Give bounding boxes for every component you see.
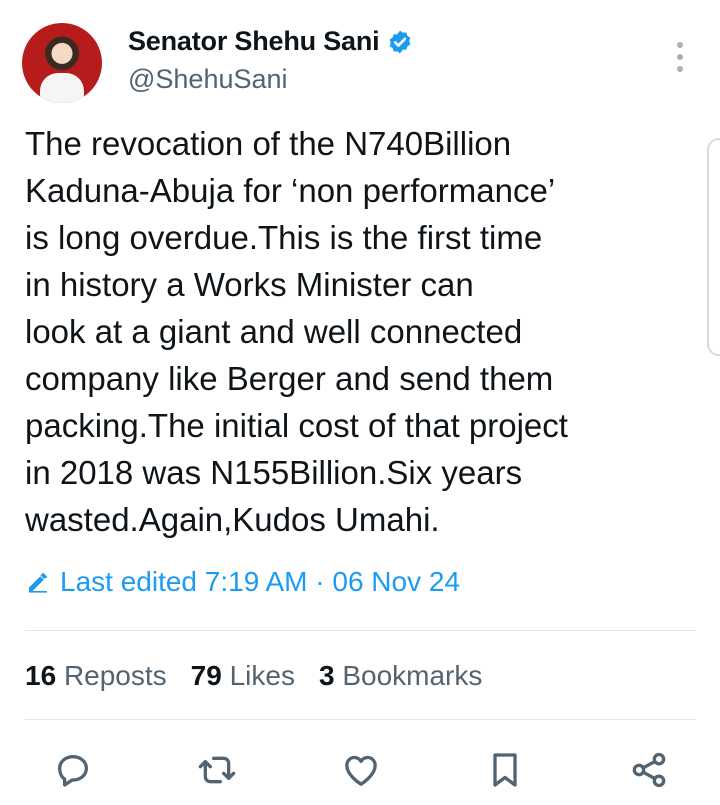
repost-icon: [198, 756, 236, 784]
bookmark-button[interactable]: [483, 748, 527, 792]
likes-label: Likes: [229, 660, 295, 691]
share-button[interactable]: [627, 748, 671, 792]
share-icon: [632, 752, 666, 788]
engagement-stats: 16 Reposts 79 Likes 3 Bookmarks: [25, 660, 482, 692]
pencil-icon: [29, 573, 47, 593]
author-name[interactable]: Senator Shehu Sani: [128, 26, 380, 57]
edge-panel-handle[interactable]: [707, 138, 720, 356]
like-button[interactable]: [339, 748, 383, 792]
divider: [25, 630, 696, 631]
bookmarks-count: 3: [318, 660, 335, 691]
likes-stat[interactable]: 79 Likes: [191, 660, 295, 692]
likes-count: 79: [190, 660, 222, 691]
bookmarks-label: Bookmarks: [342, 660, 483, 691]
last-edited-label: Last edited 7:19 AM · 06 Nov 24: [60, 566, 461, 597]
action-bar: [0, 748, 720, 792]
author-handle[interactable]: @ShehuSani: [128, 64, 288, 95]
like-icon: [345, 755, 377, 786]
tweet-text: The revocation of the N740Billion Kaduna…: [25, 125, 568, 538]
reply-icon: [58, 755, 89, 787]
reposts-count: 16: [25, 660, 57, 691]
reposts-stat[interactable]: 16 Reposts: [25, 660, 167, 692]
avatar[interactable]: [22, 23, 102, 103]
author-name-row: Senator Shehu Sani: [128, 26, 413, 57]
verified-badge-icon: [390, 30, 411, 53]
last-edited-link[interactable]: Last edited 7:19 AM · 06 Nov 24: [26, 566, 460, 598]
divider: [25, 719, 696, 720]
more-options-icon[interactable]: [669, 42, 691, 72]
reply-button[interactable]: [51, 748, 95, 792]
bookmark-icon: [493, 753, 517, 787]
reposts-label: Reposts: [63, 660, 167, 691]
repost-button[interactable]: [195, 748, 239, 792]
avatar-shirt: [40, 73, 84, 103]
bookmarks-stat[interactable]: 3 Bookmarks: [319, 660, 482, 692]
